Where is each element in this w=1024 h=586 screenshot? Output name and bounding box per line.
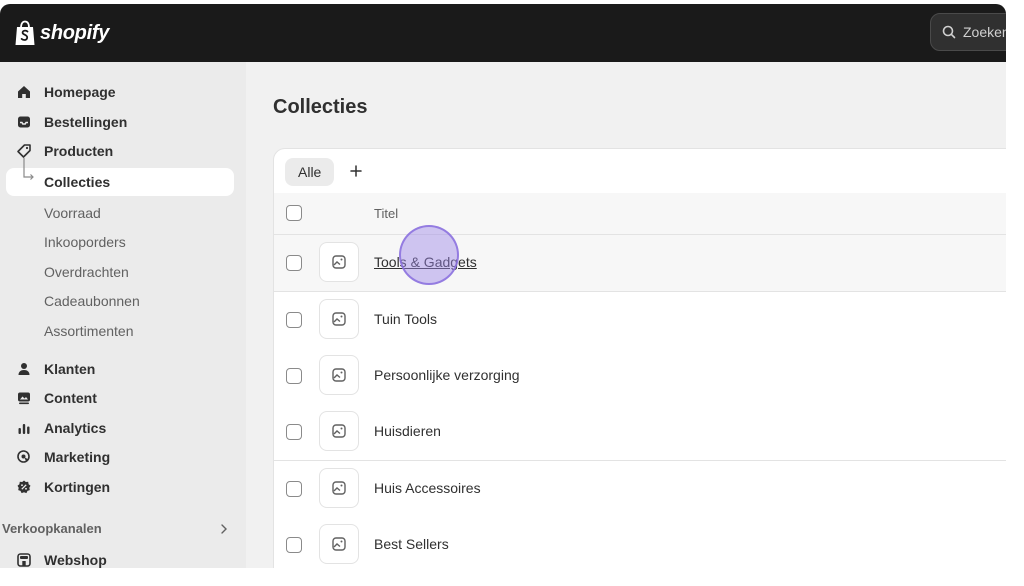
collection-thumbnail xyxy=(319,411,359,451)
row-checkbox[interactable] xyxy=(286,368,302,384)
sidebar-item-klanten[interactable]: Klanten xyxy=(6,355,234,383)
sidebar-item-overdrachten[interactable]: Overdrachten xyxy=(6,258,234,286)
row-checkbox[interactable] xyxy=(286,424,302,440)
search-icon xyxy=(942,25,956,39)
select-all-checkbox[interactable] xyxy=(286,205,302,221)
section-label: Verkoopkanalen xyxy=(2,521,102,536)
sidebar-item-label: Homepage xyxy=(44,84,116,100)
sidebar-item-label: Collecties xyxy=(44,174,111,190)
top-bar: shopify Zoeken xyxy=(0,4,1006,62)
sidebar: Homepage Bestellingen Producten Collecti… xyxy=(0,62,246,568)
table-row[interactable]: Huis Accessoires xyxy=(274,461,1006,518)
sidebar-item-collecties[interactable]: Collecties xyxy=(6,158,234,196)
collection-title[interactable]: Huis Accessoires xyxy=(374,480,481,496)
sidebar-item-inkooporders[interactable]: Inkooporders xyxy=(6,228,234,256)
search-placeholder: Zoeken xyxy=(963,24,1006,40)
shopify-logo[interactable]: shopify xyxy=(14,19,109,47)
collection-title[interactable]: Best Sellers xyxy=(374,536,449,552)
table-row[interactable]: Best Sellers xyxy=(274,517,1006,568)
collections-card: Alle Titel Tools & Gadgets Tuin Tools Pe… xyxy=(273,148,1006,568)
tag-icon xyxy=(16,143,32,159)
sidebar-item-label: Klanten xyxy=(44,361,96,377)
tab-all[interactable]: Alle xyxy=(285,158,335,186)
image-placeholder-icon xyxy=(332,312,346,326)
sidebar-item-label: Analytics xyxy=(44,420,107,436)
collection-title[interactable]: Persoonlijke verzorging xyxy=(374,367,520,383)
sidebar-item-marketing[interactable]: Marketing xyxy=(6,443,234,471)
shopify-bag-icon xyxy=(15,20,35,45)
image-placeholder-icon xyxy=(332,424,346,438)
sidebar-item-assortimenten[interactable]: Assortimenten xyxy=(6,317,234,345)
image-placeholder-icon xyxy=(332,368,346,382)
bar-chart-icon xyxy=(16,420,32,436)
sidebar-item-label: Cadeaubonnen xyxy=(44,293,140,309)
chevron-right-icon xyxy=(221,524,227,534)
collection-thumbnail xyxy=(319,468,359,508)
collection-thumbnail xyxy=(319,299,359,339)
table-row[interactable]: Tools & Gadgets xyxy=(274,235,1006,292)
view-tabs: Alle xyxy=(274,149,1006,194)
row-checkbox[interactable] xyxy=(286,312,302,328)
table-row[interactable]: Huisdieren xyxy=(274,404,1006,461)
collection-thumbnail xyxy=(319,355,359,395)
image-placeholder-icon xyxy=(332,255,346,269)
collection-title[interactable]: Huisdieren xyxy=(374,423,441,439)
sidebar-item-label: Content xyxy=(44,390,97,406)
app-window: shopify Zoeken Homepage Bestellingen Pro… xyxy=(0,4,1006,568)
sidebar-item-label: Overdrachten xyxy=(44,264,129,280)
sidebar-item-label: Marketing xyxy=(44,449,111,465)
sidebar-item-label: Kortingen xyxy=(44,479,111,495)
table-row[interactable]: Tuin Tools xyxy=(274,292,1006,349)
sidebar-item-producten[interactable]: Producten xyxy=(6,137,234,165)
inbox-icon xyxy=(16,114,32,130)
row-checkbox[interactable] xyxy=(286,537,302,553)
sales-channels-section[interactable]: Verkoopkanalen xyxy=(0,519,236,539)
sidebar-item-kortingen[interactable]: Kortingen xyxy=(6,473,234,501)
row-checkbox[interactable] xyxy=(286,481,302,497)
person-icon xyxy=(16,361,32,377)
add-view-icon[interactable] xyxy=(348,163,364,179)
sidebar-item-label: Inkooporders xyxy=(44,234,126,250)
sidebar-item-label: Assortimenten xyxy=(44,323,134,339)
sidebar-item-bestellingen[interactable]: Bestellingen xyxy=(6,108,234,136)
collection-thumbnail xyxy=(319,242,359,282)
collection-title[interactable]: Tuin Tools xyxy=(374,311,437,327)
table-header: Titel xyxy=(274,193,1006,235)
sidebar-item-analytics[interactable]: Analytics xyxy=(6,414,234,442)
table-row[interactable]: Persoonlijke verzorging xyxy=(274,348,1006,405)
sidebar-item-voorraad[interactable]: Voorraad xyxy=(6,199,234,227)
content-icon xyxy=(16,390,32,406)
sidebar-item-webshop[interactable]: Webshop xyxy=(6,546,234,568)
sidebar-item-homepage[interactable]: Homepage xyxy=(6,78,234,106)
column-header-title: Titel xyxy=(374,206,399,221)
target-icon xyxy=(16,449,32,465)
discount-badge-icon xyxy=(16,479,32,495)
sidebar-item-label: Webshop xyxy=(44,552,107,568)
search-input[interactable]: Zoeken xyxy=(930,13,1006,51)
home-icon xyxy=(16,84,32,100)
store-icon xyxy=(16,552,32,568)
image-placeholder-icon xyxy=(332,537,346,551)
sidebar-item-cadeaubonnen[interactable]: Cadeaubonnen xyxy=(6,287,234,315)
page-title: Collecties xyxy=(273,96,368,118)
logo-text: shopify xyxy=(40,21,110,44)
collection-title-link[interactable]: Tools & Gadgets xyxy=(374,254,477,270)
main-content: Collecties Alle Titel Tools & Gadgets Tu… xyxy=(246,62,1006,568)
collection-thumbnail xyxy=(319,524,359,564)
sidebar-item-label: Producten xyxy=(44,143,114,159)
sidebar-item-label: Bestellingen xyxy=(44,114,128,130)
image-placeholder-icon xyxy=(332,481,346,495)
row-checkbox[interactable] xyxy=(286,255,302,271)
sidebar-item-content[interactable]: Content xyxy=(6,384,234,412)
sidebar-item-label: Voorraad xyxy=(44,205,101,221)
tree-branch-icon xyxy=(23,158,34,180)
